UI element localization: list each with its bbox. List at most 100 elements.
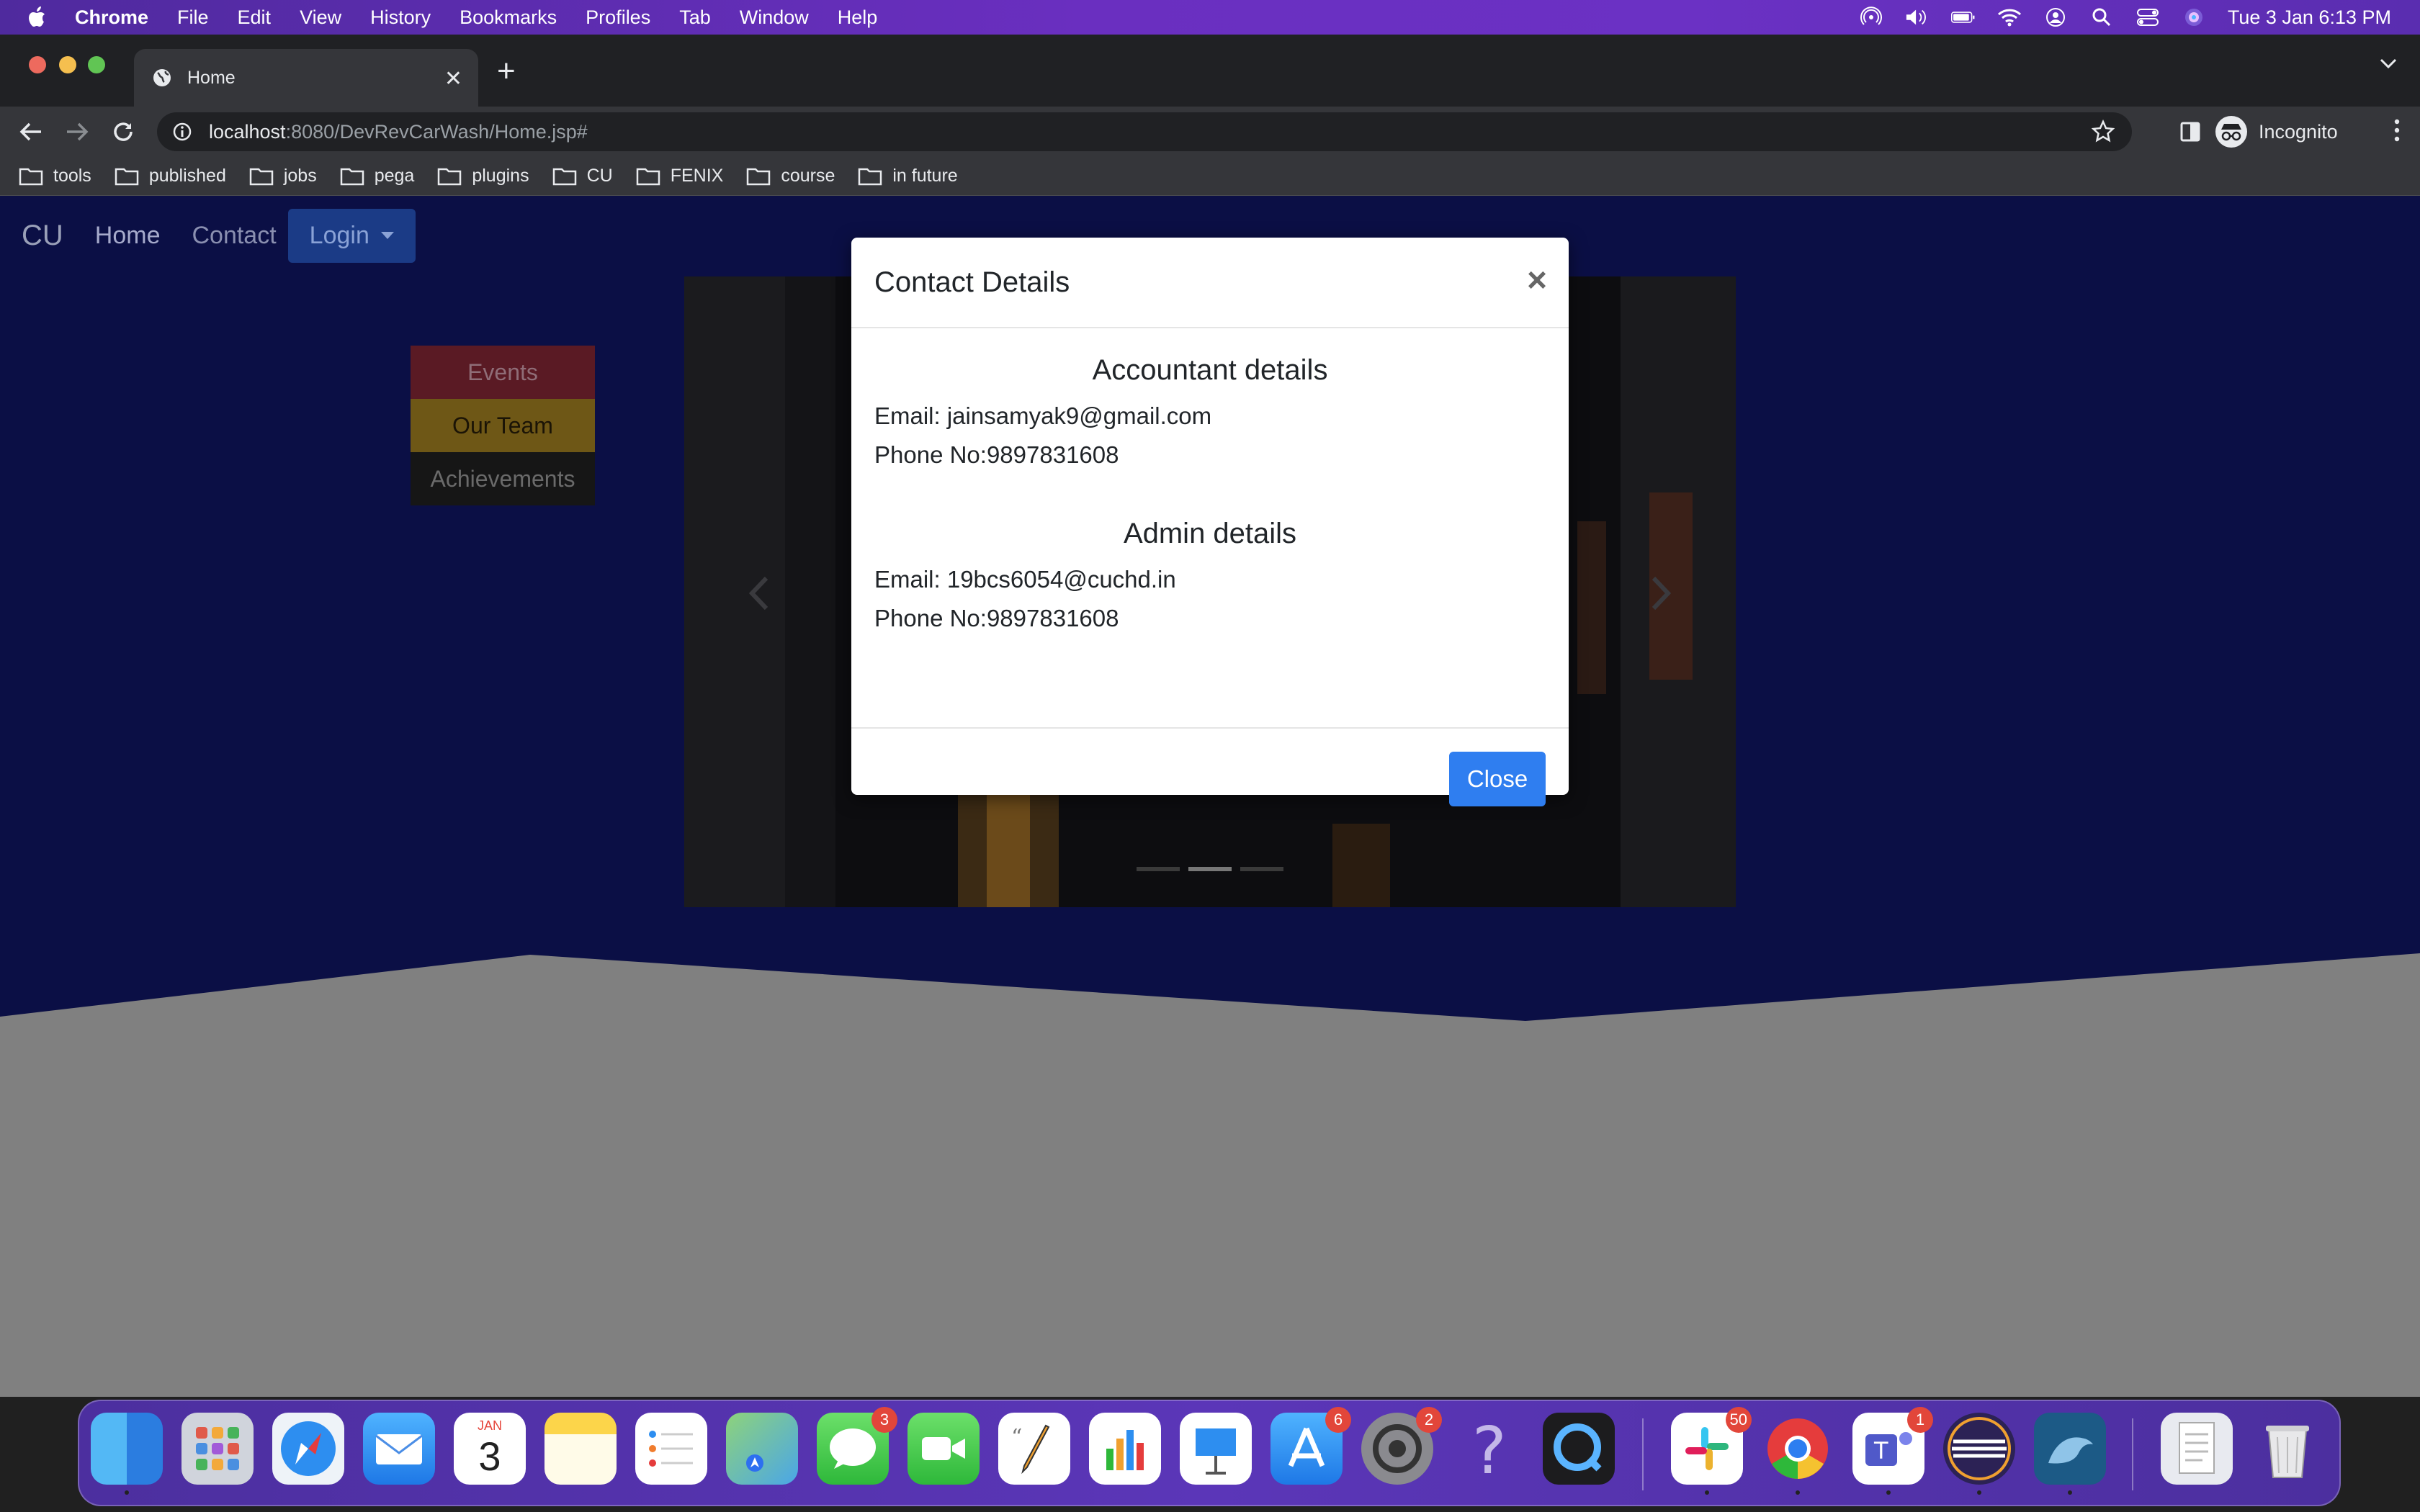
running-indicator <box>1796 1490 1800 1495</box>
svg-text:T: T <box>1873 1437 1888 1464</box>
bookmark-folder-in-future[interactable]: in future <box>858 166 958 186</box>
side-panel-icon[interactable] <box>2179 121 2201 146</box>
tab-strip: Home ✕ + <box>0 35 2420 107</box>
slack-icon[interactable]: 50 <box>1671 1407 1752 1495</box>
bookmarks-bar: tools published jobs pega plugins CU FEN… <box>0 157 2420 196</box>
facetime-icon[interactable] <box>908 1413 980 1485</box>
battery-icon[interactable] <box>1950 7 1976 27</box>
spotlight-search-icon[interactable] <box>2089 7 2114 27</box>
pages-icon[interactable]: “ <box>998 1413 1070 1485</box>
bookmark-folder-pega[interactable]: pega <box>340 166 414 186</box>
menu-edit[interactable]: Edit <box>238 6 272 29</box>
incognito-profile-button[interactable]: Incognito <box>2215 112 2360 151</box>
finder-icon[interactable] <box>91 1413 163 1495</box>
safari-icon[interactable] <box>272 1413 344 1485</box>
menu-help[interactable]: Help <box>838 6 878 29</box>
teams-badge: 1 <box>1907 1407 1933 1433</box>
mail-icon[interactable] <box>363 1413 435 1485</box>
notes-icon[interactable] <box>544 1413 617 1485</box>
forward-arrow-icon[interactable] <box>63 118 91 145</box>
apple-icon[interactable] <box>27 6 48 29</box>
tab-search-chevron-icon[interactable] <box>2378 56 2398 74</box>
dock-separator <box>1642 1418 1644 1490</box>
wifi-icon[interactable] <box>1997 7 2022 27</box>
menu-history[interactable]: History <box>370 6 431 29</box>
modal-footer: Close <box>851 729 1569 821</box>
bookmark-label: FENIX <box>670 166 724 186</box>
launchpad-icon[interactable] <box>182 1413 254 1485</box>
menu-window[interactable]: Window <box>740 6 809 29</box>
bookmark-folder-course[interactable]: course <box>746 166 835 186</box>
folder-icon <box>340 168 364 185</box>
chrome-menu-icon[interactable] <box>2394 118 2400 148</box>
modal-close-icon[interactable]: × <box>1527 264 1547 298</box>
window-minimize-button[interactable] <box>59 56 76 73</box>
admin-email: Email: 19bcs6054@cuchd.in <box>874 566 1176 593</box>
quicktime-icon[interactable] <box>1543 1413 1615 1485</box>
menu-profiles[interactable]: Profiles <box>586 6 650 29</box>
folder-icon <box>115 168 139 185</box>
eclipse-icon[interactable] <box>1943 1413 2015 1495</box>
siri-icon[interactable] <box>2182 7 2206 27</box>
menu-bookmarks[interactable]: Bookmarks <box>460 6 557 29</box>
documents-folder-icon[interactable] <box>2161 1413 2233 1485</box>
numbers-icon[interactable] <box>1089 1413 1161 1485</box>
teams-icon[interactable]: T 1 <box>1852 1407 1933 1495</box>
system-settings-badge: 2 <box>1416 1407 1442 1433</box>
system-settings-icon[interactable]: 2 <box>1361 1407 1442 1485</box>
admin-heading: Admin details <box>1123 518 1297 549</box>
calendar-icon[interactable]: JAN 3 <box>454 1413 526 1485</box>
running-indicator <box>1705 1490 1709 1495</box>
folder-icon <box>747 168 771 185</box>
tab-close-icon[interactable]: ✕ <box>444 66 462 91</box>
back-arrow-icon[interactable] <box>17 118 45 145</box>
url-path: :8080/DevRevCarWash/Home.jsp# <box>285 120 588 143</box>
volume-icon[interactable] <box>1905 7 1930 27</box>
menu-tab[interactable]: Tab <box>679 6 711 29</box>
reminders-icon[interactable] <box>635 1413 707 1485</box>
folder-icon <box>438 168 462 185</box>
window-close-button[interactable] <box>29 56 46 73</box>
bookmark-folder-plugins[interactable]: plugins <box>437 166 529 186</box>
tab-home[interactable]: Home ✕ <box>134 49 478 107</box>
site-info-icon[interactable] <box>171 121 193 143</box>
chrome-icon[interactable] <box>1762 1413 1834 1495</box>
running-indicator <box>125 1490 129 1495</box>
bookmark-star-icon[interactable] <box>2091 119 2115 148</box>
menu-file[interactable]: File <box>177 6 209 29</box>
url-text[interactable]: localhost:8080/DevRevCarWash/Home.jsp# <box>209 121 588 143</box>
bookmark-label: published <box>148 166 226 186</box>
menubar-datetime[interactable]: Tue 3 Jan 6:13 PM <box>2228 6 2391 29</box>
messages-badge: 3 <box>871 1407 897 1433</box>
new-tab-button[interactable]: + <box>497 53 516 89</box>
keynote-icon[interactable] <box>1180 1413 1252 1485</box>
trash-icon[interactable] <box>2251 1413 2323 1485</box>
bookmark-folder-published[interactable]: published <box>115 166 226 186</box>
menu-app-name[interactable]: Chrome <box>75 6 148 29</box>
bookmark-folder-tools[interactable]: tools <box>19 166 91 186</box>
address-bar[interactable]: localhost:8080/DevRevCarWash/Home.jsp# <box>157 112 2132 151</box>
tab-title: Home <box>187 67 236 88</box>
bookmark-folder-jobs[interactable]: jobs <box>249 166 317 186</box>
folder-icon <box>859 168 882 185</box>
maps-icon[interactable] <box>726 1413 798 1485</box>
app-store-icon[interactable]: 6 <box>1270 1407 1351 1485</box>
bookmark-label: plugins <box>472 166 529 186</box>
bookmark-folder-fenix[interactable]: FENIX <box>636 166 724 186</box>
messages-icon[interactable]: 3 <box>817 1407 897 1485</box>
close-button[interactable]: Close <box>1449 752 1546 806</box>
airdrop-icon[interactable] <box>1859 6 1883 27</box>
reload-icon[interactable] <box>109 118 137 145</box>
contact-details-modal: Contact Details × Accountant details Ema… <box>851 238 1569 806</box>
mysql-workbench-icon[interactable] <box>2034 1413 2106 1495</box>
browser-toolbar: localhost:8080/DevRevCarWash/Home.jsp# I… <box>0 107 2420 157</box>
control-center-icon[interactable] <box>2136 7 2160 27</box>
modal-body: Accountant details Email: jainsamyak9@gm… <box>851 354 1569 729</box>
web-page: CU Home Contact Login Events Our Team Ac… <box>0 196 2420 1397</box>
menu-view[interactable]: View <box>300 6 341 29</box>
window-zoom-button[interactable] <box>88 56 105 73</box>
user-account-icon[interactable] <box>2043 7 2068 27</box>
admin-phone: Phone No:9897831608 <box>874 605 1119 631</box>
help-question-icon[interactable]: ? <box>1452 1413 1524 1489</box>
bookmark-folder-cu[interactable]: CU <box>552 166 613 186</box>
